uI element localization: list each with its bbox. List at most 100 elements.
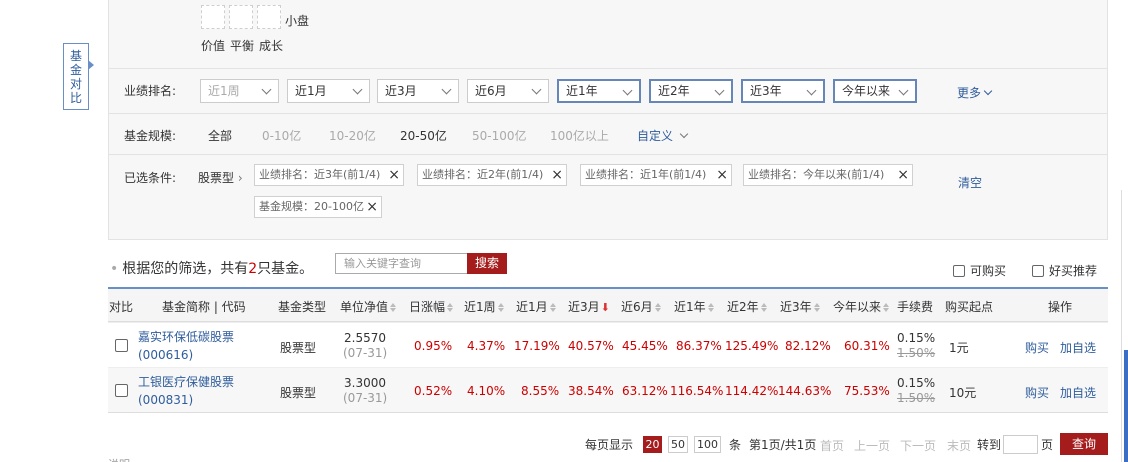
compare-checkbox[interactable]: [115, 384, 128, 397]
nav-value: 3.3000: [344, 376, 386, 390]
close-icon[interactable]: ×: [716, 165, 728, 185]
custom-label: 自定义: [637, 129, 674, 143]
sort-icon: [708, 303, 714, 312]
fund-name-link[interactable]: 嘉实环保低碳股票: [138, 328, 234, 345]
close-icon[interactable]: ×: [388, 165, 400, 185]
condition-chip: 业绩排名：近1年(前1/4) ×: [580, 164, 732, 186]
recommend-checkbox[interactable]: 好买推荐: [1032, 262, 1097, 279]
th-3m[interactable]: 近3月⬇: [568, 298, 610, 315]
return-3m: 38.54%: [568, 384, 614, 398]
th-3y[interactable]: 近3年: [780, 298, 820, 315]
table-row: 嘉实环保低碳股票 (000616) 股票型 2.5570 (07-31) 0.9…: [108, 322, 1108, 367]
style-cell-value[interactable]: [201, 5, 225, 29]
chevron-down-icon: [441, 84, 452, 95]
sort-icon: [550, 303, 556, 312]
side-tab-char: 金: [69, 63, 82, 77]
search-button[interactable]: 搜索: [467, 253, 507, 274]
compare-checkbox[interactable]: [115, 339, 128, 352]
chevron-down-icon: [806, 85, 817, 96]
page-jump-input[interactable]: [1003, 435, 1038, 454]
chevron-down-icon: [352, 84, 363, 95]
filter-panel: 小盘 价值 平衡 成长 业绩排名: 近1周 近1月 近3月 近6月 近1年 近2年 …: [108, 0, 1108, 240]
fee-original: 1.50%: [897, 391, 936, 405]
select-1y-text: 近1年: [566, 84, 598, 98]
clear-conditions-link[interactable]: 清空: [958, 174, 982, 191]
select-6m-text: 近6月: [475, 84, 507, 98]
th-name-code: 基金简称 | 代码: [162, 300, 246, 314]
fund-code-link[interactable]: (000831): [138, 393, 193, 407]
buy-link[interactable]: 购买: [1025, 339, 1049, 356]
th-daily[interactable]: 日涨幅: [409, 298, 453, 315]
page-size-20[interactable]: 20: [643, 436, 662, 453]
th-nav-label: 单位净值: [340, 300, 389, 314]
fund-name-link[interactable]: 工银医疗保健股票: [138, 373, 234, 390]
return-3y: 144.63%: [778, 384, 832, 398]
return-3y: 82.12%: [785, 339, 831, 353]
sort-down-arrow-icon: ⬇: [600, 301, 610, 314]
scrollbar-thumb[interactable]: [1124, 350, 1128, 462]
select-ytd[interactable]: 今年以来: [833, 79, 917, 103]
th-ytd[interactable]: 今年以来: [833, 298, 889, 315]
condition-chip: 业绩排名：近3年(前1/4) ×: [254, 164, 404, 186]
select-3y[interactable]: 近3年: [741, 79, 825, 103]
style-cell-growth[interactable]: [257, 5, 281, 29]
select-1w[interactable]: 近1周: [200, 79, 279, 103]
close-icon[interactable]: ×: [366, 197, 378, 217]
checkbox-box[interactable]: [1032, 265, 1044, 277]
next-page-link[interactable]: 下一页: [900, 437, 936, 454]
add-watchlist-link[interactable]: 加自选: [1060, 384, 1096, 401]
th-1m[interactable]: 近1月: [516, 298, 556, 315]
more-periods-link[interactable]: 更多: [957, 84, 993, 101]
select-6m[interactable]: 近6月: [467, 79, 549, 103]
scale-option-20-50[interactable]: 20-50亿: [400, 127, 447, 144]
return-1y: 116.54%: [670, 384, 724, 398]
fund-compare-tab[interactable]: 基 金 对 比: [63, 43, 94, 110]
select-3m[interactable]: 近3月: [377, 79, 459, 103]
prev-page-link[interactable]: 上一页: [854, 437, 890, 454]
sort-icon: [498, 303, 504, 312]
select-3m-text: 近3月: [385, 84, 417, 98]
performance-label: 业绩排名:: [124, 84, 177, 98]
side-tab-char: 基: [69, 49, 82, 63]
recommend-label: 好买推荐: [1049, 264, 1098, 278]
condition-chip: 业绩排名：今年以来(前1/4) ×: [743, 164, 913, 186]
th-6m[interactable]: 近6月: [621, 298, 661, 315]
select-1m[interactable]: 近1月: [287, 79, 370, 103]
return-ytd: 75.53%: [844, 384, 890, 398]
return-1w: 4.10%: [467, 384, 506, 398]
buyable-checkbox[interactable]: 可购买: [953, 262, 1006, 279]
chevron-down-icon: [714, 85, 725, 96]
page-size-100[interactable]: 100: [694, 436, 721, 453]
scale-option-10-20[interactable]: 10-20亿: [329, 127, 376, 144]
scale-option-0-10[interactable]: 0-10亿: [262, 127, 301, 144]
th-compare: 对比: [109, 300, 134, 314]
last-page-link[interactable]: 末页: [947, 437, 971, 454]
chip-text: 业绩排名：近1年(前1/4): [585, 168, 707, 181]
scale-option-50-100[interactable]: 50-100亿: [472, 127, 527, 144]
keyword-search-input[interactable]: 输入关键字查询: [335, 253, 468, 274]
th-2y[interactable]: 近2年: [727, 298, 767, 315]
page-size-50[interactable]: 50: [668, 436, 688, 453]
selected-conditions-row: 已选条件: 股票型 › 业绩排名：近3年(前1/4) × 业绩排名：近2年(前1/…: [109, 154, 1107, 240]
first-page-link[interactable]: 首页: [820, 437, 844, 454]
buy-link[interactable]: 购买: [1025, 384, 1049, 401]
close-icon[interactable]: ×: [551, 165, 563, 185]
style-cell-balance[interactable]: [229, 5, 253, 29]
scale-option-all[interactable]: 全部: [208, 127, 232, 144]
chevron-down-icon: [983, 86, 993, 96]
chevron-down-icon: [898, 85, 909, 96]
th-1y[interactable]: 近1年: [674, 298, 714, 315]
th-3m-label: 近3月: [568, 300, 600, 314]
th-1w[interactable]: 近1周: [464, 298, 504, 315]
close-icon[interactable]: ×: [897, 165, 909, 185]
select-2y[interactable]: 近2年: [649, 79, 733, 103]
scale-option-100plus[interactable]: 100亿以上: [550, 127, 609, 144]
checkbox-box[interactable]: [953, 265, 965, 277]
th-nav[interactable]: 单位净值: [340, 298, 396, 315]
style-label-value: 价值: [201, 39, 226, 53]
add-watchlist-link[interactable]: 加自选: [1060, 339, 1096, 356]
query-button[interactable]: 查询: [1060, 433, 1108, 455]
fund-code-link[interactable]: (000616): [138, 348, 193, 362]
select-1y[interactable]: 近1年: [557, 79, 641, 103]
scale-option-custom[interactable]: 自定义: [637, 127, 689, 144]
